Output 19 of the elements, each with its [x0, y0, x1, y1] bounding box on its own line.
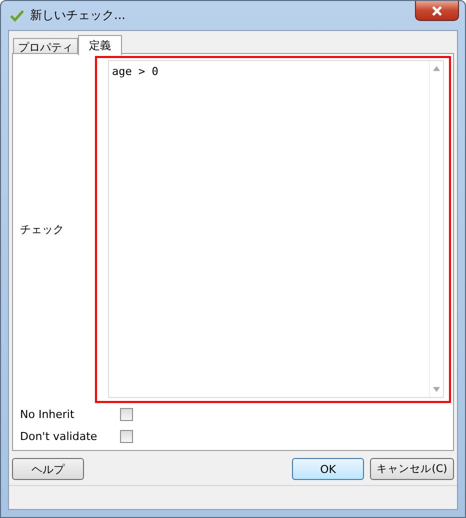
scroll-up-icon: [433, 66, 440, 71]
cancel-button[interactable]: キャンセル(C): [370, 458, 454, 480]
checkmark-icon: [10, 10, 24, 22]
check-expression: age > 0: [111, 64, 160, 80]
tab[interactable]: プロパティ: [13, 38, 78, 54]
window-title: 新しいチェック...: [30, 7, 126, 24]
scrollbar[interactable]: [429, 61, 443, 397]
checkbox[interactable]: [120, 430, 133, 442]
option-label: No Inherit: [19, 408, 76, 420]
help-button[interactable]: ヘルプ: [12, 458, 84, 480]
option-label: Don't validate: [19, 430, 98, 442]
tab[interactable]: 定義: [78, 35, 122, 55]
ok-button[interactable]: OK: [292, 458, 364, 480]
field-label: チェック: [19, 222, 65, 237]
checkbox[interactable]: [120, 408, 133, 420]
scroll-down-icon: [433, 387, 440, 392]
check-text-area[interactable]: age > 0: [108, 60, 444, 398]
close-button[interactable]: [415, 1, 459, 21]
close-icon: [431, 6, 443, 16]
